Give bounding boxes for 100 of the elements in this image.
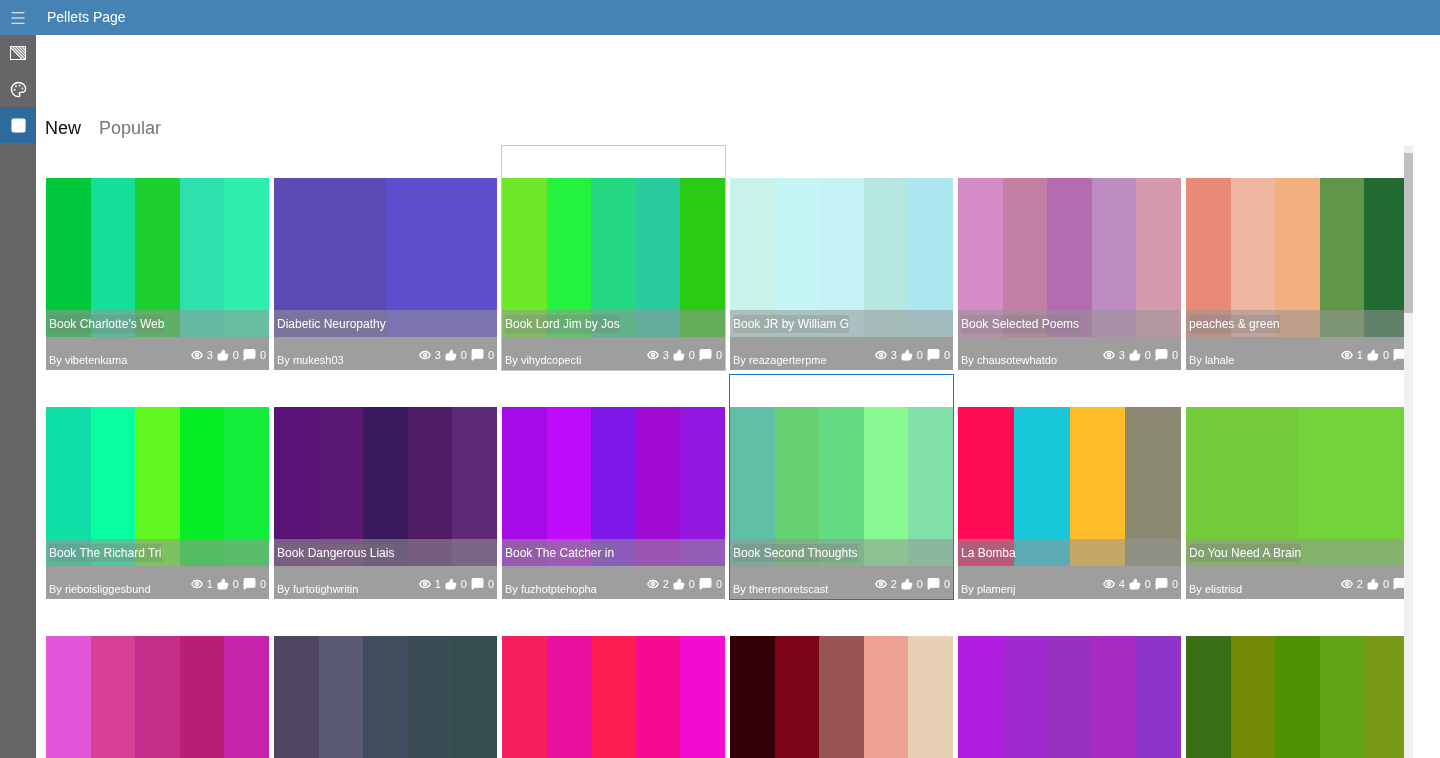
eye-icon [1102,348,1115,361]
palette-card[interactable]: Do You Need A Brain By elistrisd 2 0 [1185,374,1404,600]
author-label: By vihydcopecti [505,352,582,368]
comments-count: 0 [715,576,722,592]
views-count: 3 [434,347,441,363]
comment-icon [242,348,256,362]
views-count: 2 [662,576,669,592]
views-count: 1 [1356,347,1363,363]
likes-count: 0 [232,576,239,592]
palette-card[interactable]: Book Lord Jim by Jos By vihydcopecti 3 0 0 [501,145,726,371]
comment-icon [926,577,940,591]
thumbs-up-icon [1366,577,1379,590]
comment-icon [698,577,712,591]
thumbs-up-icon [444,348,457,361]
likes-count: 0 [1382,576,1389,592]
eye-icon [190,348,203,361]
scrollbar[interactable] [1404,145,1413,758]
likes-count: 0 [1144,347,1151,363]
thumbs-up-icon [672,577,685,590]
palette-card[interactable]: Diabetic Neuropathy By mukesh03 3 0 0 [273,145,498,371]
likes-count: 0 [688,347,695,363]
comment-icon [242,577,256,591]
palette-title: peaches & green [1189,314,1280,333]
views-count: 3 [206,347,213,363]
palette-title: Book The Catcher in [505,543,615,562]
palette-title: Book Second Thoughts [733,543,858,562]
palette-title: Book Dangerous Liais [277,543,395,562]
comment-icon [1154,348,1168,362]
eye-icon [190,577,203,590]
hatched-square-icon [10,46,26,60]
thumbs-up-icon [900,577,913,590]
likes-count: 0 [1144,576,1151,592]
tab[interactable]: Popular [99,115,162,141]
author-label: By mukesh03 [277,352,344,368]
views-count: 1 [206,576,213,592]
author-label: By fuzhotptehopha [505,581,597,597]
likes-count: 0 [460,347,467,363]
comments-count: 0 [259,347,266,363]
comments-count: 0 [1171,576,1178,592]
palette-card[interactable]: Book JR by William G By reazagerterpme 3 0 0 [729,145,954,371]
thumbs-up-icon [1366,348,1379,361]
palette-card[interactable]: Book The Catcher in By fuzhotptehopha 2 0 0 [501,374,726,600]
palette-title: Book JR by William G [733,314,850,333]
likes-count: 0 [916,347,923,363]
comments-count: 0 [487,347,494,363]
comment-icon [926,348,940,362]
palette-card[interactable]: Book Selected Poems By chausotewhatdo 3 0 0 [957,145,1182,371]
thumbs-up-icon [444,577,457,590]
palette-card[interactable]: Book Dangerous Liais By furtotighwritin 1 0 0 [273,374,498,600]
author-label: By elistrisd [1189,581,1243,597]
eye-icon [646,577,659,590]
thumbs-up-icon [1128,348,1141,361]
comment-icon [1154,577,1168,591]
sidebar-item[interactable] [0,107,36,143]
author-label: By plamenj [961,581,1016,597]
eye-icon [1340,577,1353,590]
palette-card[interactable]: Book The Richard Tri By rieboisliggesbund 1 0 0 [45,374,270,600]
likes-count: 0 [688,576,695,592]
views-count: 1 [434,576,441,592]
eye-icon [418,577,431,590]
likes-count: 0 [916,576,923,592]
comments-count: 0 [259,576,266,592]
views-count: 3 [662,347,669,363]
comment-icon [698,348,712,362]
author-label: By lahale [1189,352,1235,368]
views-count: 4 [1118,576,1125,592]
thumbs-up-icon [1128,577,1141,590]
scrollbar-thumb[interactable] [1404,153,1413,313]
thumbs-up-icon [900,348,913,361]
palette-title: La Bomba [961,543,1016,562]
palette-card[interactable]: Book Charlotte's Web By vibetenkama 3 0 0 [45,145,270,371]
app-title: Pellets Page [47,8,126,27]
palette-card[interactable]: peaches & green By lahale 1 0 [1185,145,1404,371]
author-label: By vibetenkama [49,352,128,368]
thumbs-up-icon [672,348,685,361]
likes-count: 0 [232,347,239,363]
comment-icon [470,577,484,591]
palette-card[interactable]: Book Second Thoughts By therrenoretscast 2 0 0 [729,374,954,600]
palette-title: Diabetic Neuropathy [277,314,386,333]
comments-count: 0 [715,347,722,363]
eye-icon [874,348,887,361]
thumbs-up-icon [216,348,229,361]
palette-icon [9,80,27,98]
eye-icon [646,348,659,361]
eye-icon [1102,577,1115,590]
likes-count: 0 [1382,347,1389,363]
views-count: 3 [890,347,897,363]
thumbs-up-icon [216,577,229,590]
comment-icon [1393,348,1404,362]
author-label: By reazagerterpme [733,352,827,368]
palette-title: Book The Richard Tri [49,543,162,562]
comment-icon [470,348,484,362]
comments-count: 0 [1171,347,1178,363]
palette-card[interactable]: La Bomba By plamenj 4 0 0 [957,374,1182,600]
tab[interactable]: New [45,115,81,141]
comments-count: 0 [943,347,950,363]
comments-count: 0 [943,576,950,592]
comments-count: 0 [487,576,494,592]
palette-title: Book Charlotte's Web [49,314,165,333]
comment-icon [1393,577,1404,591]
